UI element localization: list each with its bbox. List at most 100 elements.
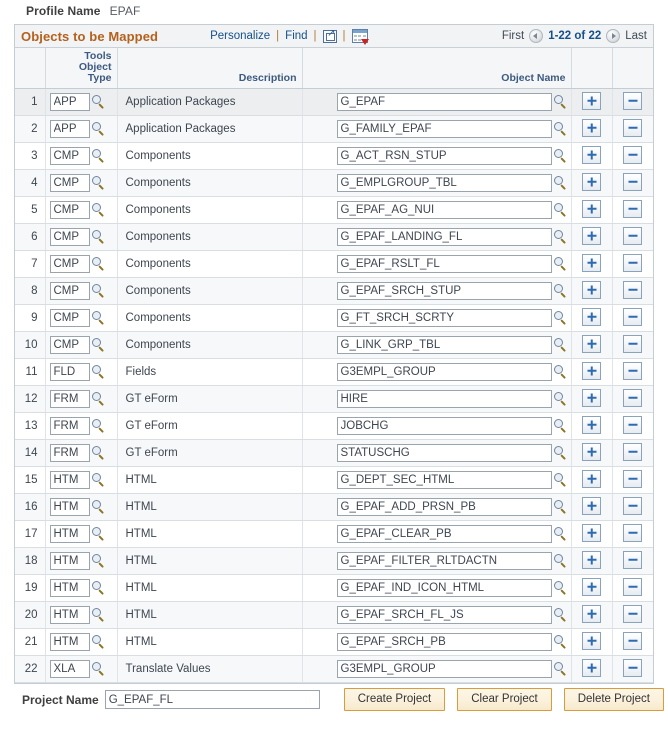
lookup-magnifier-icon[interactable] bbox=[553, 634, 568, 649]
lookup-magnifier-icon[interactable] bbox=[91, 256, 106, 271]
tools-object-type-input[interactable] bbox=[49, 525, 90, 543]
delete-row-button[interactable] bbox=[623, 253, 643, 272]
add-row-button[interactable] bbox=[582, 604, 601, 623]
object-name-input[interactable] bbox=[336, 606, 552, 624]
delete-row-button[interactable] bbox=[623, 280, 643, 299]
lookup-magnifier-icon[interactable] bbox=[91, 634, 106, 649]
add-row-button[interactable] bbox=[582, 658, 601, 677]
lookup-magnifier-icon[interactable] bbox=[91, 553, 106, 568]
lookup-magnifier-icon[interactable] bbox=[91, 364, 106, 379]
add-row-button[interactable] bbox=[582, 307, 601, 326]
add-row-button[interactable] bbox=[582, 523, 601, 542]
delete-row-button[interactable] bbox=[623, 334, 643, 353]
lookup-magnifier-icon[interactable] bbox=[553, 256, 568, 271]
delete-row-button[interactable] bbox=[623, 199, 643, 218]
tools-object-type-input[interactable] bbox=[49, 660, 90, 678]
tools-object-type-input[interactable] bbox=[49, 309, 90, 327]
object-name-input[interactable] bbox=[336, 363, 552, 381]
object-name-input[interactable] bbox=[336, 228, 552, 246]
delete-row-button[interactable] bbox=[623, 118, 643, 137]
object-name-input[interactable] bbox=[336, 417, 552, 435]
add-row-button[interactable] bbox=[582, 550, 601, 569]
object-name-input[interactable] bbox=[336, 120, 552, 138]
object-name-input[interactable] bbox=[336, 471, 552, 489]
lookup-magnifier-icon[interactable] bbox=[91, 418, 106, 433]
object-name-input[interactable] bbox=[336, 255, 552, 273]
lookup-magnifier-icon[interactable] bbox=[91, 472, 106, 487]
add-row-button[interactable] bbox=[582, 172, 601, 191]
lookup-magnifier-icon[interactable] bbox=[553, 499, 568, 514]
lookup-magnifier-icon[interactable] bbox=[91, 94, 106, 109]
object-name-input[interactable] bbox=[336, 525, 552, 543]
find-link[interactable]: Find bbox=[285, 30, 307, 42]
lookup-magnifier-icon[interactable] bbox=[553, 148, 568, 163]
tools-object-type-input[interactable] bbox=[49, 444, 90, 462]
object-name-input[interactable] bbox=[336, 336, 552, 354]
delete-row-button[interactable] bbox=[623, 91, 643, 110]
delete-row-button[interactable] bbox=[623, 226, 643, 245]
tools-object-type-input[interactable] bbox=[49, 282, 90, 300]
add-row-button[interactable] bbox=[582, 469, 601, 488]
tools-object-type-input[interactable] bbox=[49, 174, 90, 192]
delete-row-button[interactable] bbox=[623, 415, 643, 434]
object-name-input[interactable] bbox=[336, 282, 552, 300]
lookup-magnifier-icon[interactable] bbox=[553, 526, 568, 541]
tools-object-type-input[interactable] bbox=[49, 579, 90, 597]
lookup-magnifier-icon[interactable] bbox=[91, 175, 106, 190]
tools-object-type-input[interactable] bbox=[49, 336, 90, 354]
delete-project-button[interactable]: Delete Project bbox=[563, 688, 664, 711]
previous-page-icon[interactable] bbox=[529, 29, 544, 43]
personalize-link[interactable]: Personalize bbox=[210, 30, 270, 42]
lookup-magnifier-icon[interactable] bbox=[553, 445, 568, 460]
add-row-button[interactable] bbox=[582, 118, 601, 137]
object-name-input[interactable] bbox=[336, 147, 552, 165]
lookup-magnifier-icon[interactable] bbox=[553, 391, 568, 406]
tools-object-type-input[interactable] bbox=[49, 606, 90, 624]
tools-object-type-input[interactable] bbox=[49, 363, 90, 381]
tools-object-type-input[interactable] bbox=[49, 255, 90, 273]
lookup-magnifier-icon[interactable] bbox=[553, 121, 568, 136]
tools-object-type-input[interactable] bbox=[49, 633, 90, 651]
lookup-magnifier-icon[interactable] bbox=[91, 310, 106, 325]
delete-row-button[interactable] bbox=[623, 361, 643, 380]
lookup-magnifier-icon[interactable] bbox=[91, 283, 106, 298]
delete-row-button[interactable] bbox=[623, 577, 643, 596]
add-row-button[interactable] bbox=[582, 415, 601, 434]
delete-row-button[interactable] bbox=[623, 550, 643, 569]
tools-object-type-input[interactable] bbox=[49, 552, 90, 570]
delete-row-button[interactable] bbox=[623, 307, 643, 326]
delete-row-button[interactable] bbox=[623, 442, 643, 461]
lookup-magnifier-icon[interactable] bbox=[553, 661, 568, 676]
object-name-input[interactable] bbox=[336, 174, 552, 192]
delete-row-button[interactable] bbox=[623, 631, 643, 650]
lookup-magnifier-icon[interactable] bbox=[91, 661, 106, 676]
add-row-button[interactable] bbox=[582, 145, 601, 164]
add-row-button[interactable] bbox=[582, 577, 601, 596]
add-row-button[interactable] bbox=[582, 496, 601, 515]
tools-object-type-input[interactable] bbox=[49, 147, 90, 165]
lookup-magnifier-icon[interactable] bbox=[553, 175, 568, 190]
delete-row-button[interactable] bbox=[623, 604, 643, 623]
object-name-input[interactable] bbox=[336, 390, 552, 408]
tools-object-type-input[interactable] bbox=[49, 471, 90, 489]
delete-row-button[interactable] bbox=[623, 469, 643, 488]
add-row-button[interactable] bbox=[582, 631, 601, 650]
add-row-button[interactable] bbox=[582, 388, 601, 407]
add-row-button[interactable] bbox=[582, 442, 601, 461]
lookup-magnifier-icon[interactable] bbox=[91, 337, 106, 352]
lookup-magnifier-icon[interactable] bbox=[91, 202, 106, 217]
delete-row-button[interactable] bbox=[623, 496, 643, 515]
lookup-magnifier-icon[interactable] bbox=[553, 283, 568, 298]
create-project-button[interactable]: Create Project bbox=[343, 688, 446, 711]
tools-object-type-input[interactable] bbox=[49, 120, 90, 138]
delete-row-button[interactable] bbox=[623, 172, 643, 191]
lookup-magnifier-icon[interactable] bbox=[91, 526, 106, 541]
tools-object-type-input[interactable] bbox=[49, 417, 90, 435]
delete-row-button[interactable] bbox=[623, 658, 643, 677]
lookup-magnifier-icon[interactable] bbox=[553, 337, 568, 352]
download-to-spreadsheet-icon[interactable] bbox=[351, 29, 369, 45]
add-row-button[interactable] bbox=[582, 253, 601, 272]
lookup-magnifier-icon[interactable] bbox=[553, 607, 568, 622]
tools-object-type-input[interactable] bbox=[49, 390, 90, 408]
lookup-magnifier-icon[interactable] bbox=[553, 553, 568, 568]
